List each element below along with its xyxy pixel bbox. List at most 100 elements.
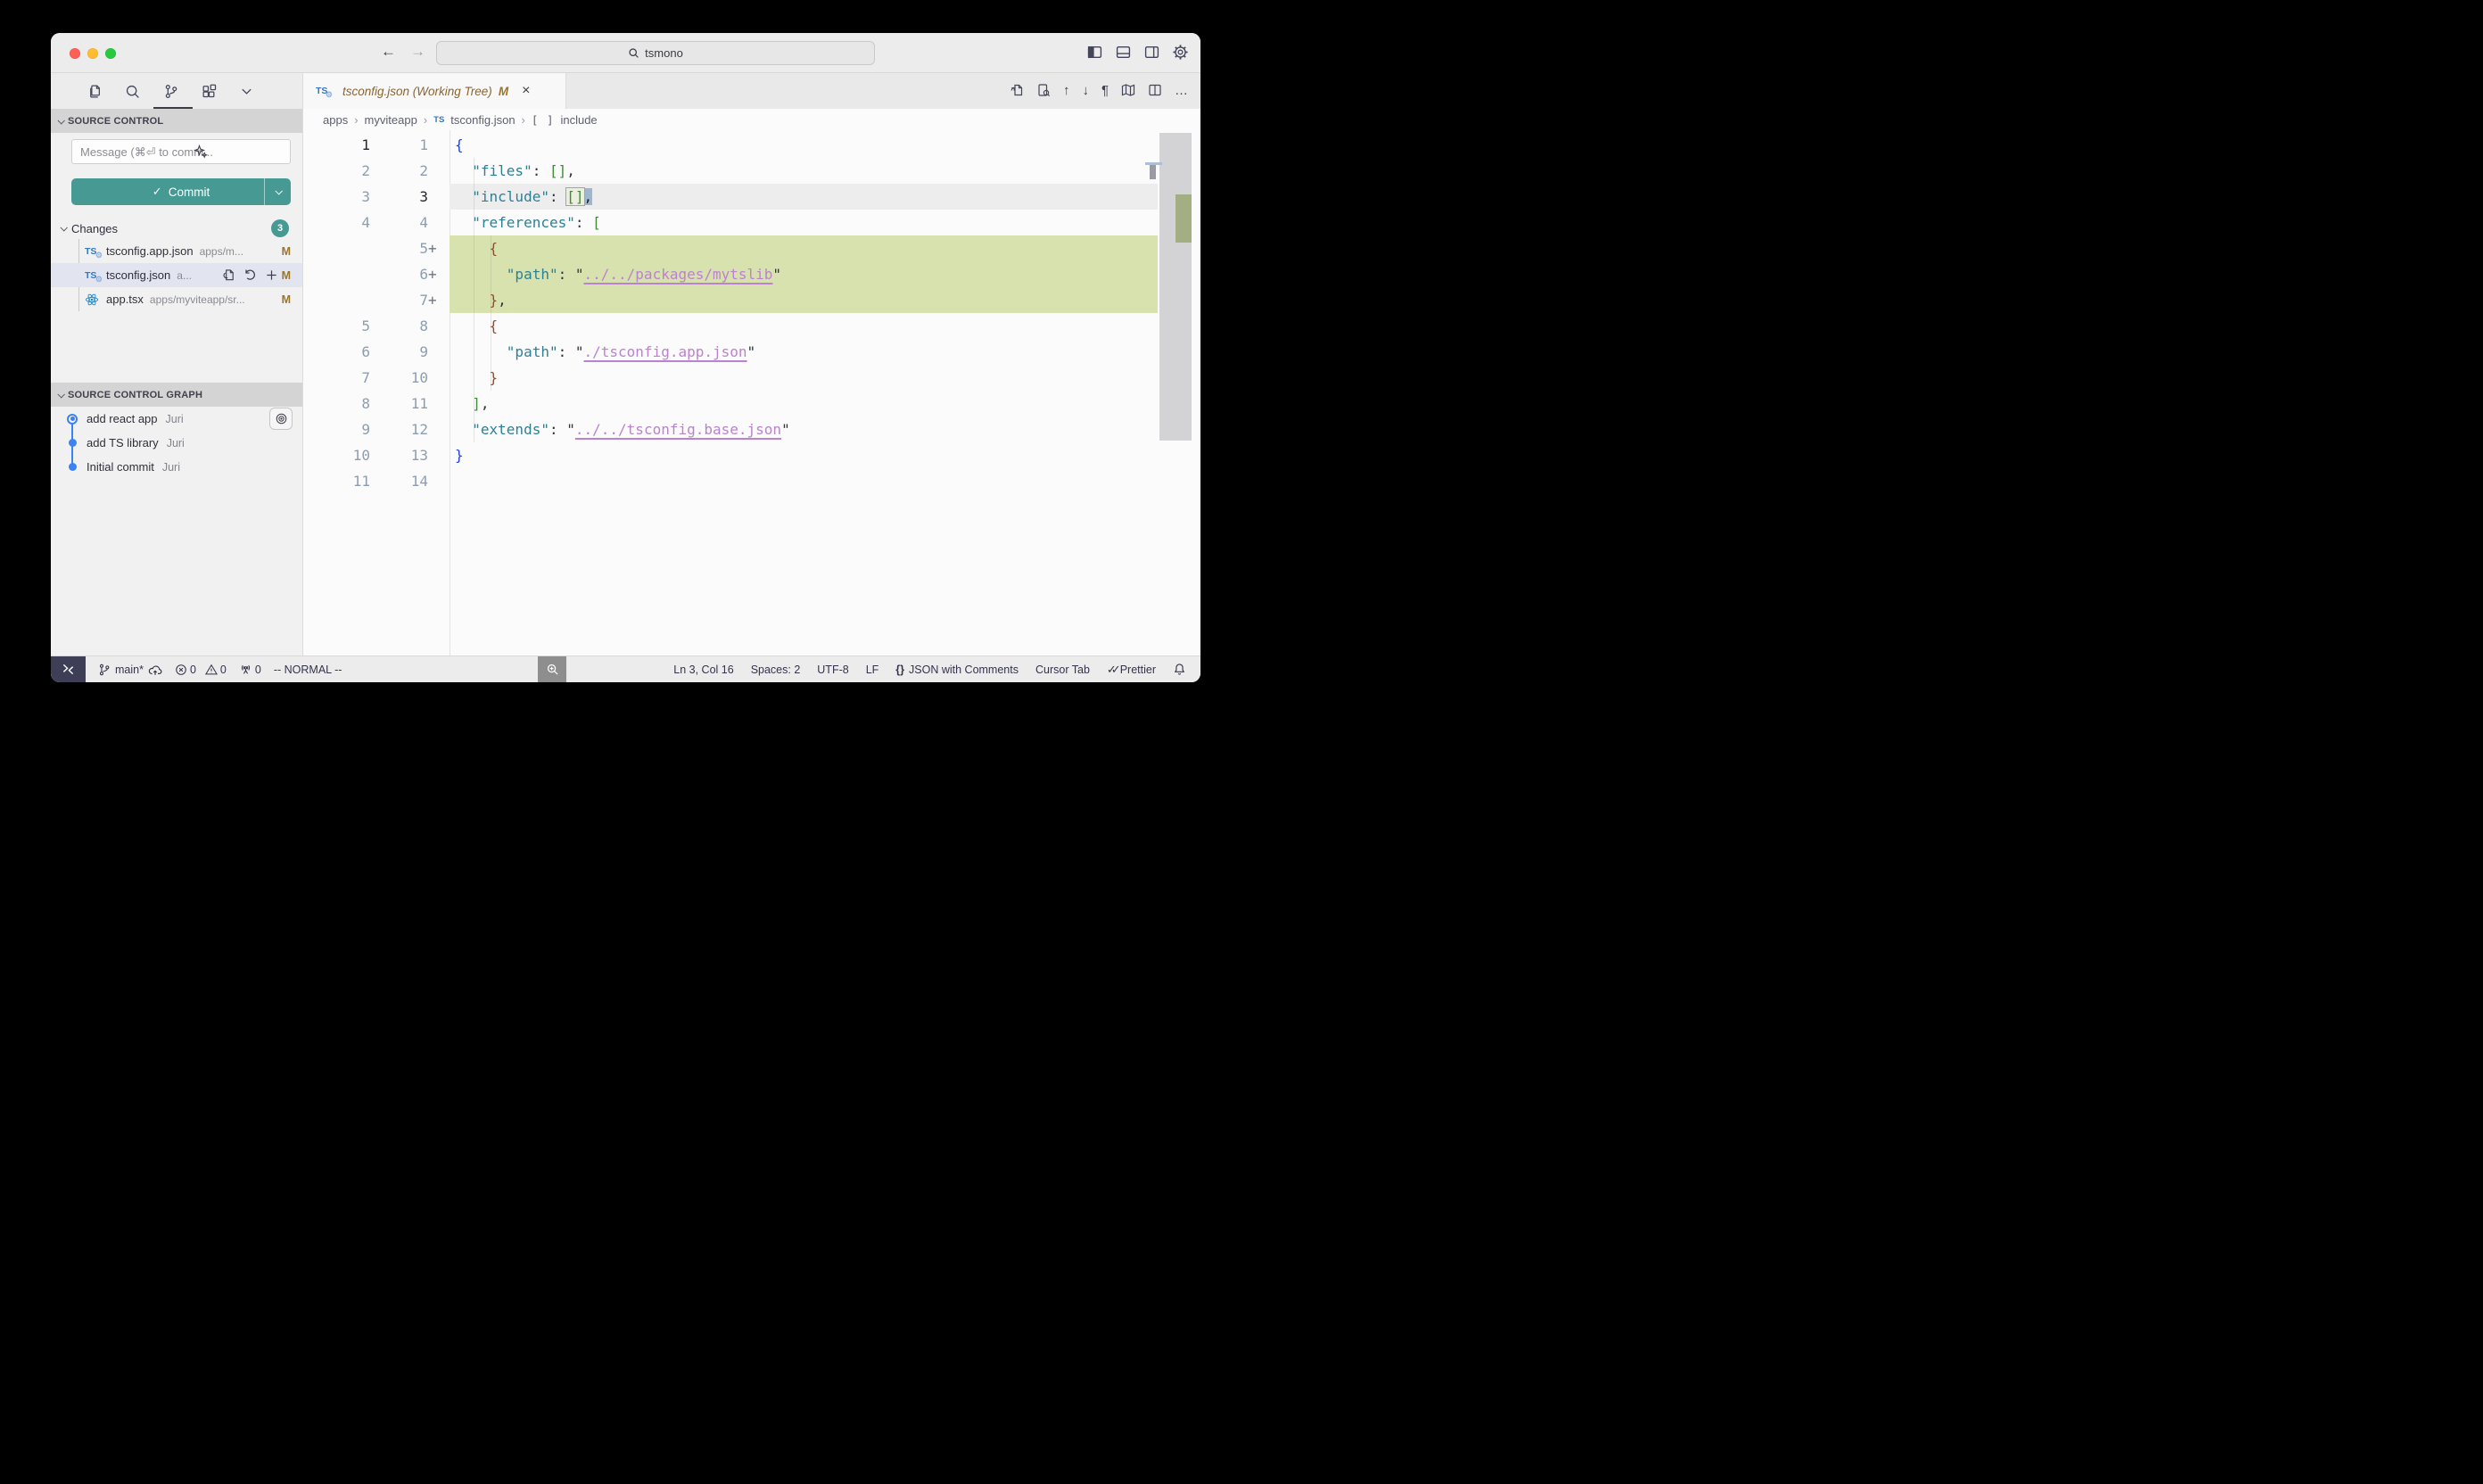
added-line-marker xyxy=(428,365,441,391)
toggle-primary-sidebar-icon[interactable] xyxy=(1087,45,1102,60)
code-line[interactable]: 11{ xyxy=(303,132,1200,158)
tab-tsconfig-working-tree[interactable]: TS⚙ tsconfig.json (Working Tree) M × xyxy=(303,73,566,109)
discard-changes-icon[interactable] xyxy=(243,268,257,282)
code-line[interactable]: 6+ "path": "../../packages/mytslib" xyxy=(303,261,1200,287)
toggle-secondary-sidebar-icon[interactable] xyxy=(1144,45,1159,60)
modified-badge: M xyxy=(282,293,291,306)
change-row-tsconfig-app[interactable]: TS⚙ tsconfig.app.json apps/m... M xyxy=(51,239,302,263)
code-line[interactable]: 1013} xyxy=(303,442,1200,468)
cursor-tab-status[interactable]: Cursor Tab xyxy=(1035,664,1090,676)
remote-indicator[interactable] xyxy=(51,656,86,682)
encoding[interactable]: UTF-8 xyxy=(817,664,848,676)
breadcrumb-item-myviteapp[interactable]: myviteapp xyxy=(365,113,417,127)
goto-ref-target-icon[interactable] xyxy=(269,408,293,430)
active-view-indicator xyxy=(153,107,193,109)
maximize-window-button[interactable] xyxy=(105,48,116,59)
changes-section-header[interactable]: Changes 3 xyxy=(51,218,302,239)
split-editor-icon[interactable] xyxy=(1148,83,1162,97)
scrollbar-slider[interactable] xyxy=(1159,133,1192,441)
problems-status[interactable]: 0 0 xyxy=(175,664,227,676)
render-whitespace-icon[interactable]: ¶ xyxy=(1101,84,1109,97)
cursor-position[interactable]: Ln 3, Col 16 xyxy=(673,664,733,676)
breadcrumb-item-apps[interactable]: apps xyxy=(323,113,348,127)
source-control-view-icon[interactable] xyxy=(163,84,178,99)
commit-row[interactable]: Initial commit Juri xyxy=(51,455,302,479)
language-mode[interactable]: {}JSON with Comments xyxy=(895,664,1019,676)
commit-row[interactable]: add TS library Juri xyxy=(51,431,302,455)
editor-group: TS⚙ tsconfig.json (Working Tree) M × ↑ ↓… xyxy=(303,73,1200,655)
code-line[interactable]: 912 "extends": "../../tsconfig.base.json… xyxy=(303,416,1200,442)
chevron-right-icon: › xyxy=(354,113,358,127)
code-line[interactable]: 5+ { xyxy=(303,235,1200,261)
editor-toolbar: ↑ ↓ ¶ … xyxy=(1010,83,1188,97)
close-window-button[interactable] xyxy=(70,48,80,59)
breadcrumb-item-tsconfig[interactable]: tsconfig.json xyxy=(450,113,515,127)
search-editor-icon[interactable] xyxy=(1036,83,1051,97)
next-change-icon[interactable]: ↓ xyxy=(1082,84,1089,97)
added-line-marker xyxy=(428,442,441,468)
toggle-panel-icon[interactable] xyxy=(1116,45,1131,60)
search-view-icon[interactable] xyxy=(125,84,140,99)
change-row-tsconfig[interactable]: TS⚙ tsconfig.json a... M xyxy=(51,263,302,287)
code-line[interactable]: 22 "files": [], xyxy=(303,158,1200,184)
more-actions-icon[interactable]: … xyxy=(1175,84,1188,97)
previous-change-icon[interactable]: ↑ xyxy=(1063,84,1070,97)
ports-status[interactable]: 0 xyxy=(239,663,261,676)
diff-editor[interactable]: 11{22 "files": [],33 "include": [],44 "r… xyxy=(303,130,1200,655)
open-file-icon[interactable] xyxy=(222,268,235,282)
vim-mode[interactable]: -- NORMAL -- xyxy=(274,664,342,676)
commit-row[interactable]: add react app Juri xyxy=(51,407,302,431)
branch-status[interactable]: main* xyxy=(98,663,162,677)
settings-gear-icon[interactable] xyxy=(1173,45,1188,60)
file-name: tsconfig.json xyxy=(106,268,170,282)
commit-button[interactable]: ✓ Commit xyxy=(71,178,291,205)
indentation[interactable]: Spaces: 2 xyxy=(751,664,801,676)
breadcrumb-item-include[interactable]: include xyxy=(560,113,597,127)
titlebar: ← → tsmono xyxy=(51,33,1200,73)
eol-sequence[interactable]: LF xyxy=(866,664,879,676)
notifications-bell-icon[interactable] xyxy=(1173,663,1186,676)
copilot-sparkle-icon[interactable] xyxy=(194,144,208,159)
added-line-marker xyxy=(428,158,441,184)
minimize-window-button[interactable] xyxy=(87,48,98,59)
code-line[interactable]: 710 } xyxy=(303,365,1200,391)
source-control-graph-header[interactable]: SOURCE CONTROL GRAPH xyxy=(51,383,302,407)
code-line[interactable]: 811 ], xyxy=(303,391,1200,416)
commit-dropdown-button[interactable] xyxy=(264,178,291,205)
code-line[interactable]: 33 "include": [], xyxy=(303,184,1200,210)
formatter-status[interactable]: ✓✓Prettier xyxy=(1107,663,1156,677)
changes-count-badge: 3 xyxy=(271,219,289,237)
stage-changes-icon[interactable] xyxy=(265,268,278,282)
forward-icon[interactable]: → xyxy=(410,43,425,61)
commit-message-input[interactable] xyxy=(71,139,291,164)
additional-views-chevron-icon[interactable] xyxy=(240,85,253,98)
commit-message: Initial commit xyxy=(87,460,154,474)
chevron-down-icon xyxy=(57,117,64,124)
branch-name: main* xyxy=(115,664,144,676)
added-line-marker xyxy=(428,184,441,210)
map-icon[interactable] xyxy=(1121,83,1135,97)
code-line[interactable]: 44 "references": [ xyxy=(303,210,1200,235)
code-line[interactable]: 69 "path": "./tsconfig.app.json" xyxy=(303,339,1200,365)
source-control-header-label: SOURCE CONTROL xyxy=(68,116,163,127)
back-icon[interactable]: ← xyxy=(381,43,396,61)
added-line-marker: + xyxy=(428,235,441,261)
command-center-search[interactable]: tsmono xyxy=(436,41,875,65)
code-lines: 11{22 "files": [],33 "include": [],44 "r… xyxy=(303,132,1200,494)
source-control-header[interactable]: SOURCE CONTROL xyxy=(51,109,302,133)
added-line-marker: + xyxy=(428,261,441,287)
code-line[interactable]: 1114 xyxy=(303,468,1200,494)
status-bar: main* 0 0 0 -- NORMAL -- xyxy=(51,655,1200,682)
goto-file-icon[interactable] xyxy=(1010,83,1024,97)
code-line[interactable]: 58 { xyxy=(303,313,1200,339)
code-line-content: "references": [ xyxy=(441,210,601,235)
change-row-app-tsx[interactable]: app.tsx apps/myviteapp/sr... M xyxy=(51,287,302,311)
changes-list: TS⚙ tsconfig.app.json apps/m... M TS⚙ ts… xyxy=(51,239,302,311)
extensions-icon[interactable] xyxy=(202,84,217,99)
errors-icon xyxy=(175,664,187,676)
code-line[interactable]: 7+ }, xyxy=(303,287,1200,313)
close-tab-icon[interactable]: × xyxy=(522,84,530,98)
explorer-icon[interactable] xyxy=(87,84,102,99)
line-number-original: 3 xyxy=(303,184,370,210)
added-line-marker xyxy=(428,416,441,442)
